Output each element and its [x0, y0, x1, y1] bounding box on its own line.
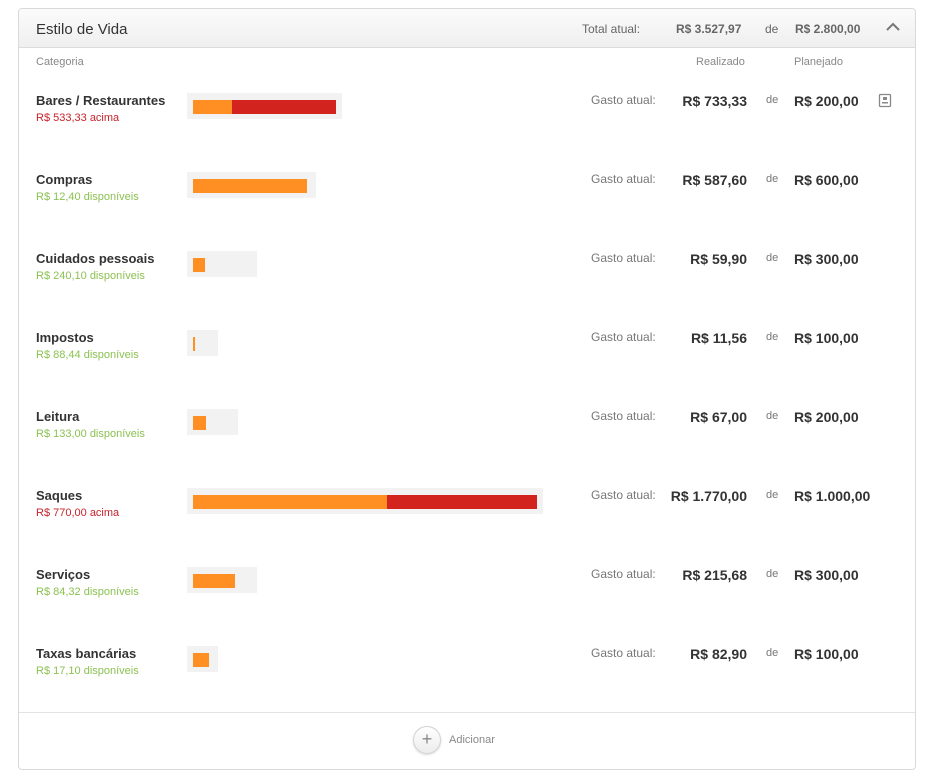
column-header-planned: Planejado — [794, 56, 843, 68]
planned-value: R$ 200,00 — [794, 93, 859, 109]
total-label: Total atual: — [582, 22, 641, 36]
category-name: Impostos — [36, 330, 94, 345]
de-label: de — [766, 568, 779, 580]
de-label: de — [766, 252, 779, 264]
lifestyle-budget-panel: Estilo de Vida Total atual: R$ 3.527,97 … — [18, 8, 916, 770]
planned-value: R$ 200,00 — [794, 409, 859, 425]
planned-value: R$ 100,00 — [794, 330, 859, 346]
planned-value: R$ 600,00 — [794, 172, 859, 188]
total-de-label: de — [765, 22, 779, 36]
planned-value: R$ 300,00 — [794, 567, 859, 583]
section-title: Estilo de Vida — [36, 21, 128, 38]
category-name: Saques — [36, 488, 83, 503]
column-header-realized: Realizado — [696, 56, 745, 68]
category-row[interactable]: Cuidados pessoais R$ 240,10 disponíveis Ga… — [19, 251, 915, 330]
de-label: de — [766, 489, 779, 501]
spent-value: R$ 1.770,00 — [670, 488, 747, 504]
category-name: Compras — [36, 172, 93, 187]
spent-value: R$ 11,56 — [690, 330, 747, 346]
de-label: de — [766, 173, 779, 185]
spent-label: Gasto atual: — [591, 93, 656, 107]
category-name: Serviços — [36, 567, 91, 582]
footer: + Adicionar — [19, 712, 915, 769]
spent-label: Gasto atual: — [591, 409, 656, 423]
spent-bar — [193, 258, 205, 272]
spent-value: R$ 59,90 — [690, 251, 747, 267]
category-status: R$ 133,00 disponíveis — [36, 428, 145, 440]
spent-label: Gasto atual: — [591, 172, 656, 186]
category-name: Bares / Restaurantes — [36, 93, 166, 108]
spent-value: R$ 215,68 — [682, 567, 747, 583]
category-row[interactable]: Serviços R$ 84,32 disponíveis Gasto atual:… — [19, 567, 915, 646]
spent-label: Gasto atual: — [591, 330, 656, 344]
category-status: R$ 533,33 acima — [36, 112, 120, 124]
category-row[interactable]: Impostos R$ 88,44 disponíveis Gasto atual:… — [19, 330, 915, 409]
planned-total-value: R$ 2.800,00 — [795, 22, 861, 36]
spent-label: Gasto atual: — [591, 646, 656, 660]
spent-bar — [193, 574, 235, 588]
de-label: de — [766, 410, 779, 422]
category-row[interactable]: Bares / Restaurantes R$ 533,33 acima Gasto… — [19, 93, 915, 172]
de-label: de — [766, 647, 779, 659]
planned-value: R$ 300,00 — [794, 251, 859, 267]
plus-icon[interactable]: + — [413, 726, 441, 754]
category-row[interactable]: Saques R$ 770,00 acima Gasto atual: R$ 1.77… — [19, 488, 915, 567]
budget-track — [187, 330, 218, 356]
chevron-up-icon[interactable] — [885, 20, 901, 34]
category-status: R$ 84,32 disponíveis — [36, 586, 139, 598]
category-status: R$ 240,10 disponíveis — [36, 270, 145, 282]
spent-value: R$ 733,33 — [682, 93, 747, 109]
spent-bar — [193, 416, 206, 430]
total-value: R$ 3.527,97 — [676, 22, 742, 36]
note-icon[interactable] — [878, 93, 892, 108]
de-label: de — [766, 331, 779, 343]
category-name: Taxas bancárias — [36, 646, 137, 661]
spent-value: R$ 82,90 — [690, 646, 747, 662]
spent-bar — [193, 179, 307, 193]
category-row[interactable]: Leitura R$ 133,00 disponíveis Gasto atual:… — [19, 409, 915, 488]
spent-bar — [193, 337, 195, 351]
category-status: R$ 88,44 disponíveis — [36, 349, 139, 361]
spent-bar — [193, 100, 232, 114]
planned-value: R$ 1.000,00 — [794, 488, 871, 504]
add-button-label[interactable]: Adicionar — [449, 734, 495, 746]
spent-bar — [193, 495, 387, 509]
over-budget-bar — [387, 495, 537, 509]
spent-value: R$ 587,60 — [682, 172, 747, 188]
spent-label: Gasto atual: — [591, 251, 656, 265]
spent-label: Gasto atual: — [591, 488, 656, 502]
spent-label: Gasto atual: — [591, 567, 656, 581]
planned-value: R$ 100,00 — [794, 646, 859, 662]
spent-bar — [193, 653, 209, 667]
category-name: Cuidados pessoais — [36, 251, 155, 266]
category-name: Leitura — [36, 409, 80, 424]
section-header[interactable]: Estilo de Vida Total atual: R$ 3.527,97 … — [19, 9, 915, 48]
over-budget-bar — [232, 100, 336, 114]
de-label: de — [766, 94, 779, 106]
category-status: R$ 17,10 disponíveis — [36, 665, 139, 677]
spent-value: R$ 67,00 — [690, 409, 747, 425]
category-status: R$ 12,40 disponíveis — [36, 191, 139, 203]
category-row[interactable]: Compras R$ 12,40 disponíveis Gasto atual: R… — [19, 172, 915, 251]
column-header-category: Categoria — [36, 56, 84, 68]
category-status: R$ 770,00 acima — [36, 507, 120, 519]
